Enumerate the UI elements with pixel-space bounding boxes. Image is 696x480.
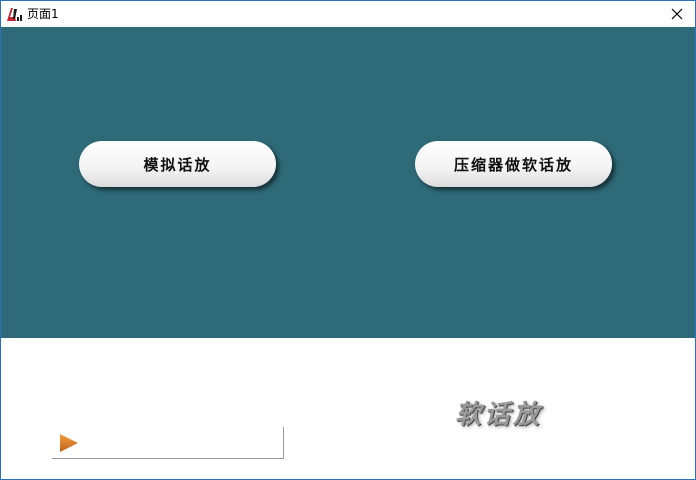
- analog-preamp-button[interactable]: 模拟话放: [79, 141, 276, 187]
- close-button[interactable]: [659, 1, 695, 27]
- title-bar: 页面1: [1, 1, 695, 27]
- app-window: 页面1 模拟话放 压缩器做软话放 软话放: [0, 0, 696, 480]
- footer-panel: 软话放: [1, 338, 695, 479]
- app-logo-icon: [5, 5, 23, 23]
- compressor-soft-preamp-button[interactable]: 压缩器做软话放: [415, 141, 612, 187]
- window-title: 页面1: [27, 7, 59, 21]
- close-icon: [671, 5, 683, 24]
- progress-track[interactable]: [52, 427, 284, 459]
- main-stage: 模拟话放 压缩器做软话放: [1, 27, 695, 338]
- play-icon[interactable]: [59, 433, 79, 453]
- soft-preamp-logo: 软话放: [455, 400, 543, 430]
